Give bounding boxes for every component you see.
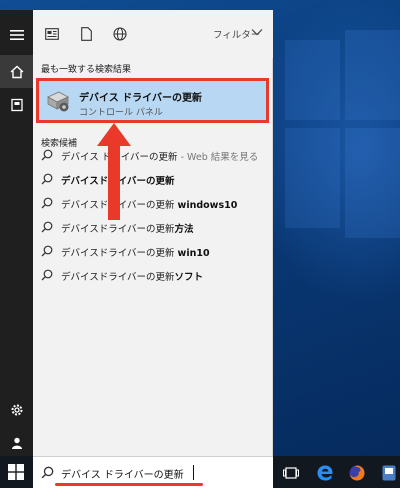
suggestion-hint: - Web 結果を見る xyxy=(177,152,259,163)
suggestion-base: デバイスドライバーの更新 xyxy=(61,224,175,235)
start-rail xyxy=(0,10,33,456)
home-button[interactable] xyxy=(0,55,33,88)
notebook-icon xyxy=(10,98,23,111)
task-view-button[interactable] xyxy=(280,462,302,484)
search-icon xyxy=(41,245,53,257)
suggestion-base: デバイス ドライバーの更新 xyxy=(61,152,178,163)
suggestion-base: デバイスドライバーの更新 xyxy=(61,272,175,283)
text-caret xyxy=(193,465,194,480)
document-icon xyxy=(45,28,59,40)
filter-apps-button[interactable] xyxy=(43,25,61,43)
wallpaper-pane xyxy=(285,128,340,228)
firefox-button[interactable] xyxy=(346,462,368,484)
device-driver-icon xyxy=(47,91,69,112)
notebook-button[interactable] xyxy=(0,88,33,121)
menu-button[interactable] xyxy=(0,18,33,51)
suggestion-item[interactable]: デバイス ドライバーの更新 - Web 結果を見る xyxy=(33,143,272,167)
suggestion-bold: win10 xyxy=(177,248,210,259)
filter-web-button[interactable] xyxy=(111,25,129,43)
hamburger-icon xyxy=(9,29,24,40)
suggestion-item[interactable]: デバイスドライバーの更新 xyxy=(33,167,272,191)
suggestion-base: デバイスドライバーの更新 xyxy=(61,248,178,259)
wallpaper-pane xyxy=(285,40,340,120)
annotation-underline xyxy=(55,483,203,486)
feedback-button[interactable] xyxy=(0,426,33,459)
edge-button[interactable] xyxy=(314,462,336,484)
suggestion-item[interactable]: デバイスドライバーの更新 windows10 xyxy=(33,191,272,215)
suggestion-base: デバイスドライバーの更新 xyxy=(61,200,178,211)
settings-button[interactable] xyxy=(0,393,33,426)
suggestion-item[interactable]: デバイスドライバーの更新 win10 xyxy=(33,239,272,263)
firefox-icon xyxy=(349,465,365,481)
globe-icon xyxy=(113,27,127,41)
filter-docs-button[interactable] xyxy=(77,25,95,43)
suggestion-bold: ソフト xyxy=(174,272,204,283)
search-box[interactable]: デバイス ドライバーの更新 xyxy=(33,456,273,488)
best-match-subtitle: コントロール パネル xyxy=(79,108,163,118)
suggestion-text: デバイスドライバーの更新ソフト xyxy=(61,269,203,283)
suggestion-text: デバイスドライバーの更新 win10 xyxy=(61,245,210,259)
settings-icon xyxy=(11,404,22,415)
suggestion-bold: windows10 xyxy=(177,200,238,211)
task-view-icon xyxy=(283,467,299,479)
search-icon xyxy=(41,221,53,233)
user-icon xyxy=(11,437,22,449)
search-icon xyxy=(41,149,53,161)
suggestion-bold: デバイスドライバーの更新 xyxy=(61,176,175,187)
search-input[interactable]: デバイス ドライバーの更新 xyxy=(61,466,184,481)
search-icon xyxy=(41,197,53,209)
suggestion-item[interactable]: デバイスドライバーの更新ソフト xyxy=(33,263,272,287)
wallpaper-pane xyxy=(345,30,400,120)
search-icon xyxy=(41,269,53,281)
search-icon xyxy=(41,173,53,185)
best-match-result[interactable]: デバイス ドライバーの更新 コントロール パネル xyxy=(36,78,269,123)
suggestion-bold: 方法 xyxy=(174,224,194,235)
suggestion-item[interactable]: デバイスドライバーの更新方法 xyxy=(33,215,272,239)
chevron-down-icon[interactable] xyxy=(251,28,263,36)
taskbar-app-button[interactable] xyxy=(378,462,400,484)
suggestion-text: デバイスドライバーの更新方法 xyxy=(61,221,194,235)
wallpaper-pane xyxy=(345,128,400,238)
best-match-header: 最も一致する検索結果 xyxy=(41,65,132,75)
suggestion-text: デバイスドライバーの更新 xyxy=(61,173,175,187)
best-match-title: デバイス ドライバーの更新 xyxy=(79,93,202,104)
app-icon xyxy=(382,465,396,481)
search-panel: フィルター 最も一致する検索結果 デバイス ドライバーの更新 コントロール パネ… xyxy=(33,10,273,456)
windows-logo xyxy=(8,464,24,480)
suggestion-text: デバイスドライバーの更新 windows10 xyxy=(61,197,237,211)
home-icon xyxy=(10,65,23,78)
suggestion-text: デバイス ドライバーの更新 - Web 結果を見る xyxy=(61,149,258,163)
search-icon xyxy=(41,466,54,479)
page-icon xyxy=(80,27,92,41)
edge-icon xyxy=(317,465,333,481)
filter-bar: フィルター xyxy=(33,10,273,58)
start-button[interactable] xyxy=(8,464,24,480)
